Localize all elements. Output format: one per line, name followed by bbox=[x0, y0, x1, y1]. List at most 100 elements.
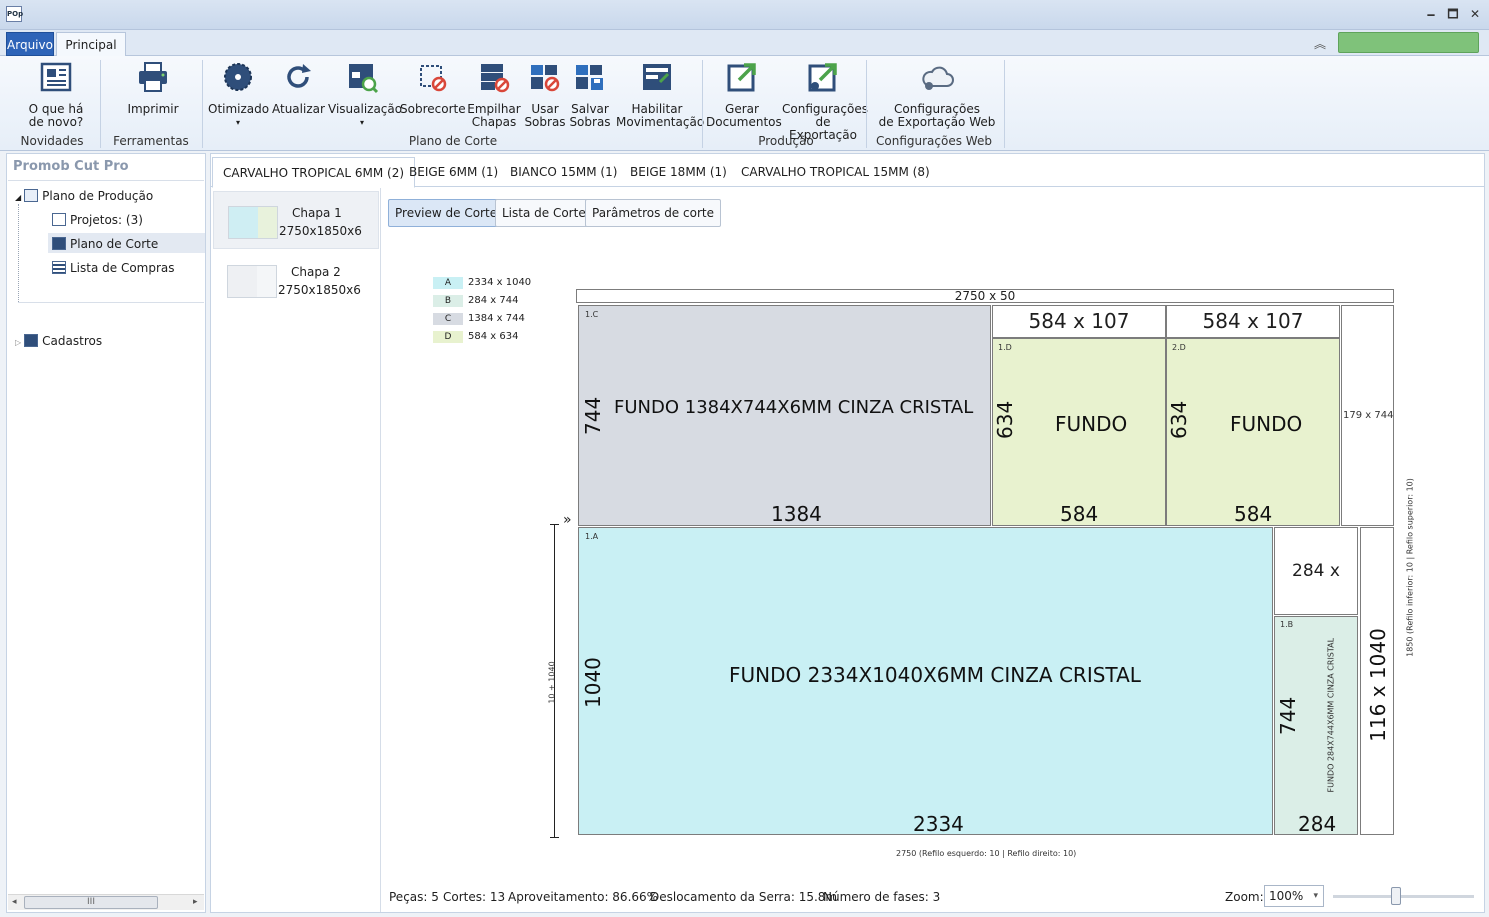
chevron-down-icon: ▾ bbox=[1313, 891, 1318, 901]
atualizar-label: Atualizar bbox=[272, 102, 325, 116]
legend-key: C bbox=[433, 313, 463, 325]
printer-icon bbox=[139, 62, 167, 92]
piece-label: FUNDO bbox=[1055, 412, 1128, 436]
lista-de-corte-button[interactable]: Lista de Corte bbox=[495, 199, 593, 227]
piece-label: FUNDO 284X744X6MM CINZA CRISTAL bbox=[1326, 637, 1336, 793]
status-aproveitamento: Aproveitamento: 86.66% bbox=[508, 890, 659, 904]
left-dimension-label: 10 + 1040 bbox=[547, 661, 557, 704]
legend-value: 1384 x 744 bbox=[468, 313, 525, 324]
usar-sobras-label: Usar Sobras bbox=[524, 102, 566, 129]
habilitar-label: Habilitar Movimentação bbox=[616, 102, 705, 129]
group-label-plano-de-corte: Plano de Corte bbox=[408, 134, 498, 148]
group-separator bbox=[100, 60, 101, 148]
piece-height: 634 bbox=[993, 400, 1017, 439]
piece-height: 744 bbox=[1276, 696, 1300, 735]
sheet-width-dimension: 2750 (Refilo esquerdo: 10 | Refilo direi… bbox=[896, 849, 1077, 858]
export-document-icon bbox=[727, 63, 756, 92]
sobrecorte-button[interactable]: Sobrecorte bbox=[400, 60, 466, 116]
tab-material-2[interactable]: BIANCO 15MM (1) bbox=[500, 157, 627, 188]
expand-arrow-icon[interactable]: ◢ bbox=[15, 193, 21, 202]
tree-item-label: Plano de Corte bbox=[70, 237, 159, 251]
configuracoes-exportacao-button[interactable]: Configurações de Exportação bbox=[782, 60, 868, 142]
piece-width: 1384 bbox=[771, 502, 822, 526]
sheet-item[interactable]: Chapa 2 2750x1850x6 bbox=[213, 251, 379, 309]
atualizar-button[interactable]: Atualizar bbox=[272, 60, 325, 116]
piece-size-label: 179 x 744 bbox=[1343, 410, 1394, 421]
ribbon-tab-row bbox=[0, 30, 1489, 56]
scroll-left-icon[interactable]: ◂ bbox=[12, 897, 17, 907]
tree-guide bbox=[18, 204, 19, 302]
tree-item-plano-producao[interactable]: ◢ Plano de Produção bbox=[15, 189, 153, 203]
usar-sobras-button[interactable]: Usar Sobras bbox=[524, 60, 566, 129]
tab-material-4[interactable]: CARVALHO TROPICAL 15MM (8) bbox=[731, 157, 940, 188]
salvar-sobras-button[interactable]: Salvar Sobras bbox=[569, 60, 611, 129]
production-plan-icon bbox=[24, 189, 39, 202]
empilhar-label: Empilhar Chapas bbox=[467, 102, 521, 129]
zoom-slider-thumb[interactable] bbox=[1391, 887, 1401, 905]
piece-width: 584 bbox=[1234, 502, 1273, 526]
print-label: Imprimir bbox=[127, 102, 179, 116]
group-label-configuracoes-web: Configurações Web bbox=[876, 134, 992, 148]
stack-sheets-icon bbox=[481, 64, 510, 93]
scroll-right-icon[interactable]: ▸ bbox=[193, 897, 198, 907]
gerar-documentos-button[interactable]: Gerar Documentos bbox=[706, 60, 782, 129]
minimize-button[interactable]: 🗕 bbox=[1424, 7, 1438, 21]
expand-arrow-icon[interactable]: ▷ bbox=[15, 338, 21, 347]
parametros-de-corte-button[interactable]: Parâmetros de corte bbox=[585, 199, 721, 227]
whats-new-label: O que há de novo? bbox=[28, 102, 84, 129]
dropdown-arrow-icon: ▾ bbox=[359, 118, 364, 127]
habilitar-movimentacao-button[interactable]: Habilitar Movimentação bbox=[616, 60, 705, 129]
close-button[interactable]: ✕ bbox=[1468, 7, 1482, 21]
maximize-button[interactable]: 🗖 bbox=[1446, 7, 1460, 21]
tree-item-projetos[interactable]: Projetos: (3) bbox=[52, 213, 143, 227]
otimizado-button[interactable]: Otimizado ▾ bbox=[208, 60, 269, 129]
tab-principal[interactable]: Principal bbox=[56, 32, 126, 57]
whats-new-button[interactable]: O que há de novo? bbox=[22, 60, 90, 129]
print-button[interactable]: Imprimir bbox=[122, 60, 184, 116]
sheet-dimensions: 2750x1850x6 bbox=[278, 283, 361, 297]
piece-leftover-584x107[interactable]: 584 x 107 bbox=[1166, 305, 1340, 338]
top-strip-piece[interactable]: 2750 x 50 bbox=[576, 289, 1394, 303]
sobrecorte-icon bbox=[420, 65, 447, 92]
app-logo-icon: POp bbox=[6, 6, 23, 22]
tab-material-3[interactable]: BEIGE 18MM (1) bbox=[620, 157, 737, 188]
piece-height: 634 bbox=[1167, 400, 1191, 439]
divider bbox=[18, 302, 204, 303]
piece-tag: 1.D bbox=[998, 343, 1012, 352]
tree-item-lista-de-compras[interactable]: Lista de Compras bbox=[52, 261, 175, 275]
zoom-slider-track[interactable] bbox=[1333, 895, 1474, 898]
scrollbar-thumb[interactable]: III bbox=[24, 896, 158, 909]
tab-material-1[interactable]: BEIGE 6MM (1) bbox=[399, 157, 508, 188]
group-label-novidades: Novidades bbox=[20, 134, 84, 148]
configuracoes-exportacao-web-button[interactable]: Configurações de Exportação Web bbox=[878, 60, 996, 129]
legend-value: 2334 x 1040 bbox=[468, 277, 532, 288]
sheet-height-dimension: 1850 (Refilo inferior: 10 | Refilo super… bbox=[1405, 478, 1415, 657]
visualizacao-button[interactable]: Visualização ▾ bbox=[328, 60, 402, 129]
tree-item-label: Lista de Compras bbox=[70, 261, 175, 275]
tree-item-cadastros[interactable]: ▷ Cadastros bbox=[15, 334, 102, 348]
salvar-sobras-label: Salvar Sobras bbox=[569, 102, 611, 129]
tab-material-0[interactable]: CARVALHO TROPICAL 6MM (2) bbox=[212, 157, 416, 188]
tab-arquivo[interactable]: Arquivo bbox=[6, 32, 54, 56]
sheet-dimensions: 2750x1850x6 bbox=[279, 224, 362, 238]
zoom-select[interactable]: 100% ▾ bbox=[1264, 885, 1324, 907]
export-settings-icon bbox=[808, 63, 837, 92]
status-fases: Número de fases: 3 bbox=[823, 890, 941, 904]
sheet-name: Chapa 1 bbox=[292, 206, 342, 220]
tree-item-label: Projetos: (3) bbox=[70, 213, 143, 227]
legend-value: 284 x 744 bbox=[468, 295, 519, 306]
zoom-value: 100% bbox=[1269, 889, 1304, 903]
collapse-ribbon-icon[interactable]: ︽ bbox=[1312, 35, 1328, 51]
status-pecas: Peças: 5 bbox=[389, 890, 439, 904]
piece-leftover-284x293[interactable]: 284 x 293 bbox=[1274, 527, 1358, 667]
piece-leftover-584x107[interactable]: 584 x 107 bbox=[992, 305, 1166, 338]
cut-direction-chevron-icon: » bbox=[563, 512, 572, 528]
empilhar-chapas-button[interactable]: Empilhar Chapas bbox=[466, 60, 522, 129]
preview-de-corte-button[interactable]: Preview de Corte bbox=[388, 199, 505, 227]
tree-item-plano-de-corte[interactable]: Plano de Corte bbox=[52, 237, 158, 251]
refresh-icon bbox=[287, 64, 311, 88]
legend-key: B bbox=[433, 295, 463, 307]
saw-blade-icon bbox=[224, 63, 252, 91]
sheet-item[interactable]: Chapa 1 2750x1850x6 bbox=[213, 191, 379, 249]
piece-height: 1040 bbox=[581, 657, 605, 708]
